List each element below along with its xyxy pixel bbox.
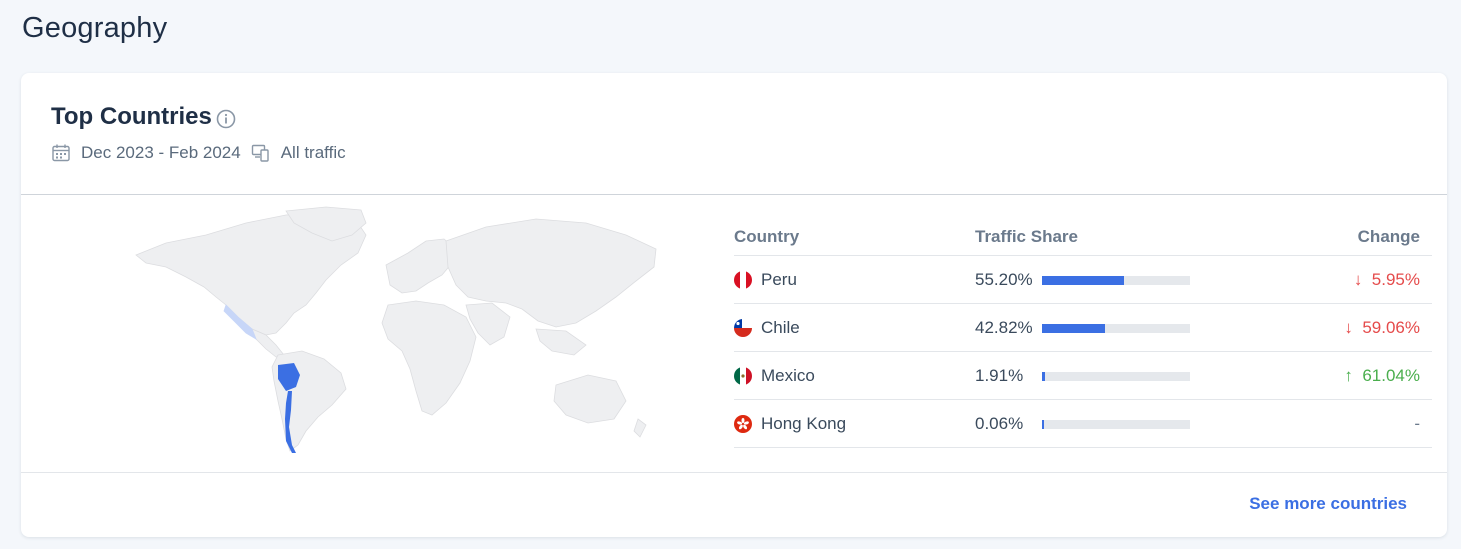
header-country[interactable]: Country (734, 227, 799, 247)
peru-flag-icon (734, 271, 752, 289)
change-value: - (1414, 414, 1420, 433)
header-traffic-share[interactable]: Traffic Share (975, 227, 1078, 247)
change-value: ↓ 59.06% (1344, 318, 1420, 337)
europe-shape (385, 238, 457, 294)
table-header: Country Traffic Share Change (734, 213, 1432, 256)
africa-shape (381, 300, 477, 416)
traffic-share-bar (1042, 276, 1190, 285)
date-range: Dec 2023 - Feb 2024 (81, 143, 241, 162)
traffic-share-value: 55.20% (975, 270, 1033, 289)
header-change[interactable]: Change (1358, 227, 1420, 247)
traffic-share-bar (1042, 324, 1190, 333)
countries-table: Country Traffic Share Change Peru 55.20%… (734, 213, 1432, 448)
traffic-share-bar (1042, 372, 1190, 381)
meta-row: Dec 2023 - Feb 2024 All traffic (51, 143, 346, 163)
traffic-share-fill (1042, 324, 1106, 333)
change-value: ↑ 61.04% (1344, 366, 1420, 385)
table-row[interactable]: Mexico 1.91% ↑ 61.04% (734, 352, 1432, 400)
traffic-share-value: 0.06% (975, 414, 1024, 433)
chile-flag-icon (734, 319, 752, 337)
card-footer: See more countries (21, 472, 1447, 538)
info-icon[interactable] (216, 109, 236, 129)
traffic-share-fill (1042, 420, 1045, 429)
table-row[interactable]: Peru 55.20% ↓ 5.95% (734, 256, 1432, 304)
devices-icon (251, 144, 269, 162)
table-row[interactable]: Chile 42.82% ↓ 59.06% (734, 304, 1432, 352)
country-name[interactable]: Hong Kong (761, 414, 846, 434)
card-header: Top Countries Dec 2023 - Feb 2024 All tr… (21, 73, 1447, 195)
table-row[interactable]: Hong Kong 0.06% - (734, 400, 1432, 448)
australia-shape (553, 374, 627, 424)
country-name[interactable]: Peru (761, 270, 797, 290)
top-countries-card: Top Countries Dec 2023 - Feb 2024 All tr… (21, 73, 1447, 537)
se-asia-shape (535, 328, 587, 356)
traffic-share-fill (1042, 276, 1124, 285)
country-name[interactable]: Chile (761, 318, 800, 338)
country-name[interactable]: Mexico (761, 366, 815, 386)
traffic-share-fill (1042, 372, 1045, 381)
page-title: Geography (22, 12, 168, 44)
see-more-countries-link[interactable]: See more countries (1249, 494, 1407, 514)
hong-kong-flag-icon (734, 415, 752, 433)
world-map (126, 205, 666, 455)
traffic-share-bar (1042, 420, 1190, 429)
change-value: ↓ 5.95% (1353, 270, 1420, 289)
traffic-type: All traffic (280, 143, 346, 162)
calendar-icon (52, 144, 70, 162)
traffic-share-value: 1.91% (975, 366, 1024, 385)
new-zealand-shape (633, 418, 647, 438)
mexico-flag-icon (734, 367, 752, 385)
card-title: Top Countries (51, 103, 212, 130)
traffic-share-value: 42.82% (975, 318, 1033, 337)
